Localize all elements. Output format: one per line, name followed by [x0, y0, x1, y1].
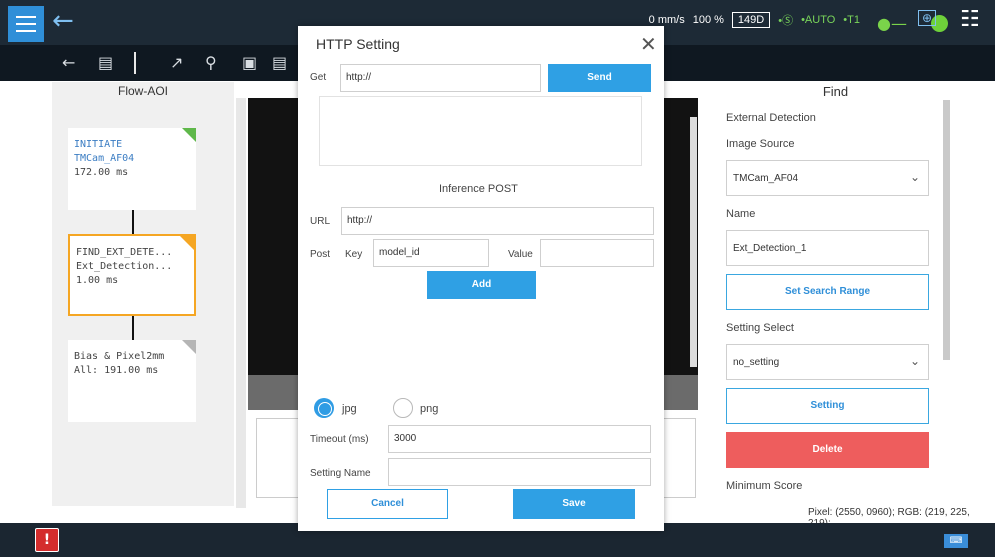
mode-s-indicator: •Ⓢ	[778, 15, 794, 27]
get-url-input[interactable]: http://	[340, 64, 541, 92]
panel-divider	[236, 98, 246, 508]
name-field[interactable]: Ext_Detection_1	[726, 230, 929, 266]
node-subtitle: Ext_Detection...	[76, 261, 173, 272]
search-point-icon[interactable]: ⚲	[205, 53, 217, 72]
section-title: External Detection	[726, 112, 816, 124]
chevron-down-icon: ⌄	[909, 170, 920, 184]
set-search-range-button[interactable]: Set Search Range	[726, 274, 929, 310]
keyboard-icon[interactable]: ⌨	[944, 534, 968, 548]
mode-t1-indicator: •T1	[843, 14, 860, 26]
add-button[interactable]: Add	[427, 271, 536, 299]
png-label: png	[420, 403, 439, 415]
post-label: Post	[310, 249, 331, 260]
flow-node-initiate[interactable]: INITIATE TMCam_AF04 172.00 ms	[68, 128, 196, 210]
close-icon[interactable]: ✕	[640, 32, 657, 57]
viewer-scrollbar[interactable]	[690, 117, 697, 367]
node-tag-icon	[182, 340, 196, 354]
chevron-down-icon: ⌄	[909, 354, 920, 368]
error-alert-icon[interactable]: !	[35, 528, 59, 552]
save-file-icon[interactable]: ▤	[98, 53, 113, 72]
flow-node-find-ext-detection[interactable]: FIND_EXT_DETE... Ext_Detection... 1.00 m…	[68, 234, 196, 316]
image-source-value: TMCam_AF04	[733, 173, 799, 184]
back-arrow-icon[interactable]: ←	[52, 6, 74, 36]
send-button[interactable]: Send	[548, 64, 651, 92]
key-input[interactable]: model_id	[373, 239, 489, 267]
value-input[interactable]	[540, 239, 654, 267]
node-subtitle: TMCam_AF04	[74, 153, 135, 164]
delete-button[interactable]: Delete	[726, 432, 929, 468]
node-time: 1.00 ms	[76, 275, 119, 286]
flow-connector	[132, 316, 134, 340]
network-icon[interactable]: ☷	[960, 7, 980, 32]
value-label: Value	[508, 249, 533, 260]
setting-name-input[interactable]	[388, 458, 651, 486]
node-time: 172.00 ms	[74, 167, 129, 178]
project-code-badge[interactable]: 149D	[731, 12, 771, 28]
name-label: Name	[726, 208, 756, 220]
timeout-label: Timeout (ms)	[310, 434, 369, 445]
node-title: INITIATE	[74, 139, 123, 150]
trend-icon[interactable]: ↗	[170, 53, 183, 72]
image-source-label: Image Source	[726, 138, 795, 150]
robot-arm-icon[interactable]: ●—	[877, 14, 907, 33]
mode-auto-indicator: •AUTO	[801, 14, 836, 26]
node-tag-icon	[180, 236, 194, 250]
node-time: All: 191.00 ms	[74, 365, 159, 376]
setting-button[interactable]: Setting	[726, 388, 929, 424]
minimum-score-label: Minimum Score	[726, 480, 803, 492]
node-title: FIND_EXT_DETE...	[76, 247, 173, 258]
camera-icon[interactable]: ▣	[242, 53, 257, 72]
speed-readout: 0 mm/s	[648, 14, 685, 26]
flow-title: Flow-AOI	[117, 84, 168, 98]
fit-view-icon[interactable]: ⊕	[918, 10, 937, 26]
save-button[interactable]: Save	[513, 489, 635, 519]
node-title: Bias & Pixel2mm	[74, 351, 165, 362]
flow-node-bias-pixel2mm[interactable]: Bias & Pixel2mm All: 191.00 ms	[68, 340, 196, 422]
http-setting-dialog: HTTP Setting ✕ Get http:// Send Inferenc…	[298, 26, 664, 531]
node-tag-icon	[182, 128, 196, 142]
url-label: URL	[310, 216, 331, 227]
get-response-area	[319, 96, 642, 166]
png-radio[interactable]	[393, 398, 413, 418]
setting-select[interactable]: no_setting ⌄	[726, 344, 929, 380]
layers-icon[interactable]: ▤	[272, 53, 287, 72]
back-icon[interactable]: ←	[62, 53, 75, 72]
jpg-label: jpg	[342, 403, 357, 415]
find-title: Find	[822, 84, 849, 99]
toolbar-divider	[134, 52, 136, 74]
timeout-input[interactable]: 3000	[388, 425, 651, 453]
setting-name-label: Setting Name	[310, 468, 371, 479]
cancel-button[interactable]: Cancel	[327, 489, 448, 519]
name-value: Ext_Detection_1	[733, 243, 807, 254]
find-panel-scrollbar[interactable]	[943, 100, 950, 360]
get-label: Get	[310, 72, 327, 83]
jpg-radio[interactable]	[314, 398, 334, 418]
dialog-title: HTTP Setting	[316, 36, 400, 52]
menu-icon[interactable]	[8, 6, 44, 42]
robot-status: 0 mm/s 100 % 149D •Ⓢ •AUTO •T1	[649, 12, 860, 28]
key-label: Key	[345, 249, 363, 260]
image-source-select[interactable]: TMCam_AF04 ⌄	[726, 160, 929, 196]
flow-connector	[132, 210, 134, 234]
setting-select-label: Setting Select	[726, 322, 794, 334]
setting-select-value: no_setting	[733, 357, 780, 368]
speed-percent: 100 %	[692, 14, 724, 26]
inference-post-title: Inference POST	[439, 183, 518, 195]
post-url-input[interactable]: http://	[341, 207, 654, 235]
